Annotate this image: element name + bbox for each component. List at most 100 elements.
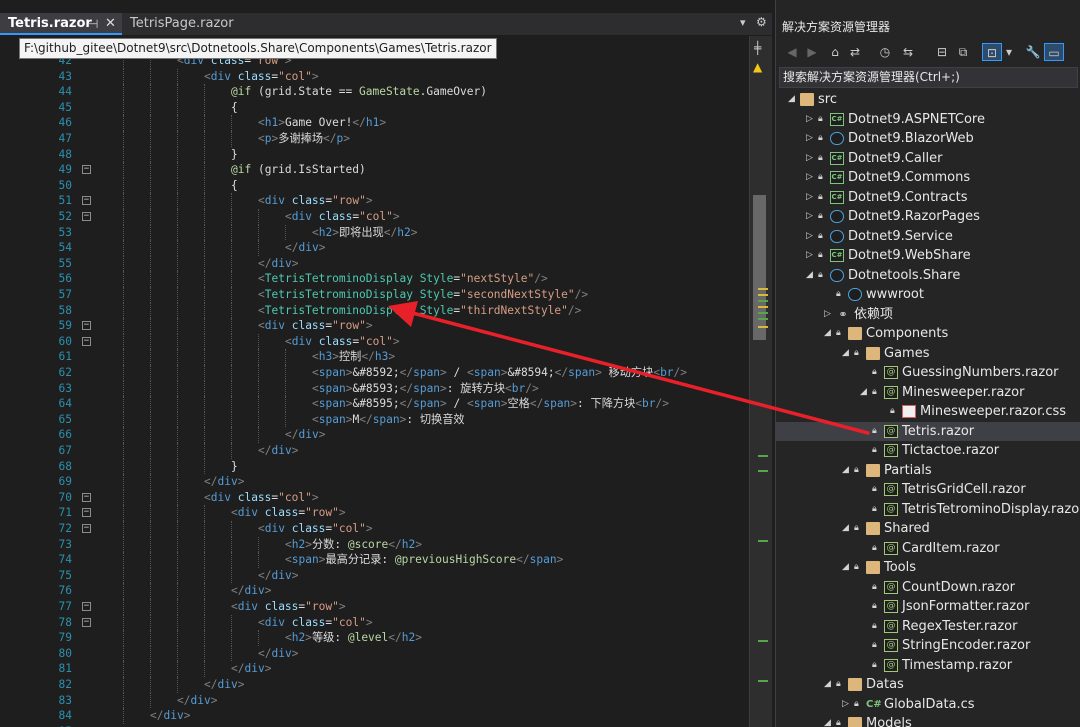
switch-views-icon[interactable]: ⇄ xyxy=(846,43,864,61)
tree-item[interactable]: 🔒︎ @ Tictactoe.razor xyxy=(776,441,1080,461)
code-line[interactable]: 62 <span>&#8592;</span> / <span>&#8594;</… xyxy=(0,365,748,381)
code-line[interactable]: 75 </div> xyxy=(0,567,748,584)
code-line[interactable]: 82 </div> xyxy=(0,677,748,693)
preview-selected-icon[interactable]: ⊡ xyxy=(982,43,1002,61)
collapsed-arrow-icon[interactable]: ▷ xyxy=(806,227,813,247)
code-line[interactable]: 76 </div> xyxy=(0,583,748,599)
code-line[interactable]: 50 { xyxy=(0,177,748,194)
collapsed-arrow-icon[interactable]: ▷ xyxy=(806,129,813,149)
tree-item[interactable]: ◢ 🔒︎ Shared xyxy=(776,519,1080,539)
tree-item[interactable]: ◢ 🔒︎ Games xyxy=(776,344,1080,364)
code-line[interactable]: 84 </div> xyxy=(0,708,748,724)
code-line[interactable]: 54 </div> xyxy=(0,240,748,256)
tree-item[interactable]: ◢ 🔒︎ Datas xyxy=(776,675,1080,695)
code-line[interactable]: 70− <div class="col"> xyxy=(0,489,748,506)
home-icon[interactable]: ⌂ xyxy=(826,43,844,61)
tree-item[interactable]: ◢ 🔒︎ Partials xyxy=(776,461,1080,481)
editor-scrollbar[interactable] xyxy=(749,36,772,727)
code-editor[interactable]: Tetris.razor ⊣ ✕ TetrisPage.razor ▾ ⚙ F:… xyxy=(0,0,772,727)
collapsed-arrow-icon[interactable]: ▷ xyxy=(806,168,813,188)
code-line[interactable]: 83 </div> xyxy=(0,692,748,709)
collapse-all-icon[interactable]: ⊟ xyxy=(933,43,951,61)
explorer-search-input[interactable]: 搜索解决方案资源管理器(Ctrl+;) xyxy=(779,67,1078,88)
tree-item[interactable]: 🔒︎ @ RegexTester.razor xyxy=(776,617,1080,637)
show-all-files-icon[interactable]: ⧉ xyxy=(954,43,972,61)
expanded-arrow-icon[interactable]: ◢ xyxy=(824,324,831,344)
code-line[interactable]: 47 <p>多谢捧场</p> xyxy=(0,131,748,147)
code-line[interactable]: 80 </div> xyxy=(0,645,748,662)
tree-item[interactable]: 🔒︎ @ Tetris.razor xyxy=(776,421,1080,441)
tree-item[interactable]: ▷ 🔒︎ C# Dotnet9.WebShare xyxy=(776,246,1080,266)
expanded-arrow-icon[interactable]: ◢ xyxy=(842,461,849,481)
close-icon[interactable]: ✕ xyxy=(105,13,116,35)
expanded-arrow-icon[interactable]: ◢ xyxy=(860,383,867,403)
code-line[interactable]: 43 <div class="col"> xyxy=(0,68,748,85)
fold-toggle-icon[interactable]: − xyxy=(82,196,91,206)
code-line[interactable]: 65 <span>M</span>: 切换音效 xyxy=(0,411,748,428)
tree-item[interactable]: ▷ 🔒︎ Dotnet9.BlazorWeb xyxy=(776,129,1080,149)
fold-toggle-icon[interactable]: − xyxy=(82,602,91,611)
expanded-arrow-icon[interactable]: ◢ xyxy=(824,675,831,695)
preview-pane-icon[interactable]: ▭ xyxy=(1044,43,1064,61)
tab-list-dropdown-icon[interactable]: ▾ xyxy=(740,16,746,29)
code-line[interactable]: 60− <div class="col"> xyxy=(0,333,748,350)
forward-icon[interactable]: ▶ xyxy=(804,43,820,61)
collapsed-arrow-icon[interactable]: ▷ xyxy=(806,207,813,227)
code-line[interactable]: 57 <TetrisTetrominoDisplay Style="secondN… xyxy=(0,287,748,303)
code-line[interactable]: 63 <span>&#8593;</span>: 旋转方块<br/> xyxy=(0,380,748,397)
tree-item[interactable]: ◢ 🔒︎ Tools xyxy=(776,558,1080,578)
code-line[interactable]: 77 − <div class="row"> xyxy=(0,599,748,615)
code-line[interactable]: 72 − <div class="col"> xyxy=(0,521,748,537)
tree-item[interactable]: ◢ 🔒︎ Dotnetools.Share xyxy=(776,266,1080,286)
code-line[interactable]: 53 <h2>即将出现</h2> xyxy=(0,224,748,241)
fold-toggle-icon[interactable]: − xyxy=(82,508,91,518)
code-line[interactable]: 67 </div> xyxy=(0,443,748,459)
split-editor-icon[interactable]: ╪ xyxy=(754,41,761,55)
tree-item[interactable]: 🔒︎ @ StringEncoder.razor xyxy=(776,636,1080,656)
expanded-arrow-icon[interactable]: ◢ xyxy=(842,344,849,364)
code-area[interactable]: 42 <div class="row"> 43 <div class="col"> 44… xyxy=(0,52,748,727)
code-line[interactable]: 49− @if (grid.IsStarted) xyxy=(0,162,748,178)
tree-item[interactable]: 🔒︎ @ CountDown.razor xyxy=(776,578,1080,598)
code-line[interactable]: 59− <div class="row"> xyxy=(0,318,748,334)
fold-toggle-icon[interactable]: − xyxy=(82,492,91,502)
code-line[interactable]: 71− <div class="row"> xyxy=(0,505,748,521)
tab-tetrispage-razor[interactable]: TetrisPage.razor xyxy=(122,13,252,35)
expanded-arrow-icon[interactable]: ◢ xyxy=(842,558,849,578)
tree-item[interactable]: 🔒︎ @ JsonFormatter.razor xyxy=(776,597,1080,617)
code-line[interactable]: 81 </div> xyxy=(0,661,748,677)
code-line[interactable]: 69 </div> xyxy=(0,474,748,490)
tree-item[interactable]: 🔒︎ @ GuessingNumbers.razor xyxy=(776,363,1080,383)
code-line[interactable]: 73 <h2>分数: @score</h2> xyxy=(0,536,748,553)
tree-item[interactable]: ▷ 🔒︎ C# Dotnet9.Contracts xyxy=(776,188,1080,208)
tree-item[interactable]: ▷ 🔒︎ C# Dotnet9.Commons xyxy=(776,168,1080,188)
collapsed-arrow-icon[interactable]: ▷ xyxy=(842,695,849,715)
fold-toggle-icon[interactable]: − xyxy=(82,524,91,533)
expanded-arrow-icon[interactable]: ◢ xyxy=(806,266,813,286)
expanded-arrow-icon[interactable]: ◢ xyxy=(842,519,849,539)
code-line[interactable]: 68} xyxy=(0,458,748,475)
code-line[interactable]: 51− <div class="row"> xyxy=(0,193,748,209)
tab-tetris-razor[interactable]: Tetris.razor ⊣ ✕ xyxy=(0,13,122,35)
collapsed-arrow-icon[interactable]: ▷ xyxy=(824,305,831,325)
collapsed-arrow-icon[interactable]: ▷ xyxy=(806,149,813,169)
code-line[interactable]: 78− <div class="col"> xyxy=(0,614,748,631)
fold-toggle-icon[interactable]: − xyxy=(82,321,91,331)
tree-item[interactable]: 🔒︎ wwwroot xyxy=(776,285,1080,305)
tree-item[interactable]: 🔒︎ @ Timestamp.razor xyxy=(776,656,1080,676)
expanded-arrow-icon[interactable]: ◢ xyxy=(824,714,831,727)
properties-wrench-icon[interactable]: 🔧 xyxy=(1024,43,1042,61)
tree-item[interactable]: ◢ 🔒︎ Models xyxy=(776,714,1080,727)
collapsed-arrow-icon[interactable]: ▷ xyxy=(806,246,813,266)
code-line[interactable]: 61 <h3>控制</h3> xyxy=(0,349,748,365)
code-line[interactable]: 55 </div> xyxy=(0,255,748,272)
warning-icon[interactable]: ▲ xyxy=(753,60,762,74)
code-line[interactable]: 52 − <div class="col"> xyxy=(0,209,748,225)
tree-item[interactable]: ◢ 🔒︎ @ Minesweeper.razor xyxy=(776,383,1080,403)
code-line[interactable]: 48} xyxy=(0,146,748,163)
tree-item[interactable]: ▷ 🔒︎ C# Dotnet9.Caller xyxy=(776,149,1080,169)
fold-toggle-icon[interactable]: − xyxy=(82,617,91,627)
gear-icon[interactable]: ⚙ xyxy=(756,15,767,29)
code-line[interactable]: 79 <h2>等级: @level</h2> xyxy=(0,630,748,646)
code-line[interactable]: 74 <span>最高分记录: @previousHighScore</span> xyxy=(0,552,748,568)
